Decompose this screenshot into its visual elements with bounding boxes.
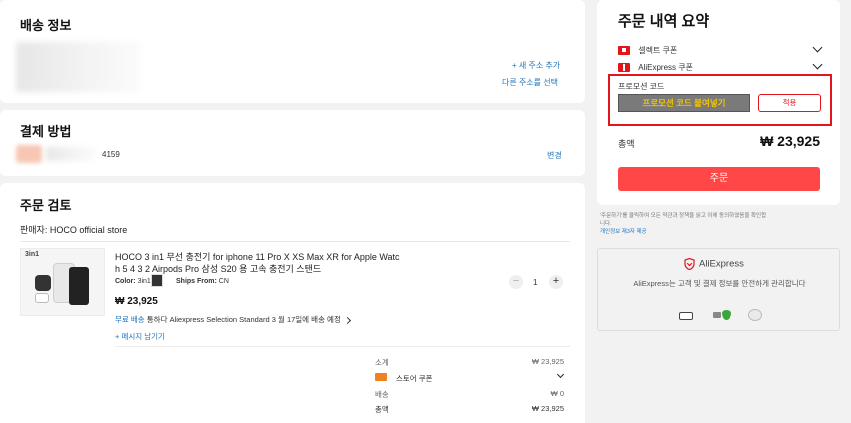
color-value: 3in1 [137, 278, 151, 285]
aliexpress-coupon-row[interactable]: AliExpress 쿠폰 [618, 62, 693, 73]
order-summary-card: 주문 내역 요약 셀렉트 쿠폰 AliExpress 쿠폰 프로모션 코드 프로… [597, 0, 840, 205]
card-info-blurred [46, 147, 96, 161]
terms-line2: 니다. [600, 221, 612, 227]
product-badge: 3in1 [25, 251, 40, 258]
coupon-flag-icon [618, 63, 630, 73]
shipping-cost-label: 배송 [375, 390, 389, 399]
third-party-link[interactable]: 개인정보 제3자 제공 [600, 228, 840, 236]
divider [20, 241, 570, 242]
product-name-line2[interactable]: h 5 4 3 2 Airpods Pro 삼성 S20 용 고속 충전기 스탠… [115, 262, 321, 275]
card-last4: 4159 [102, 150, 120, 159]
delivery-info[interactable]: 무료 배송 통하다 Aliexpress Selection Standard … [115, 314, 351, 325]
payment-security-icon [679, 312, 693, 320]
security-card: AliExpress AliExpress는 고객 및 결제 정보를 안전하게 … [597, 248, 840, 331]
store-coupon-icon [375, 373, 387, 381]
order-review-card: 주문 검토 판매자: HOCO official store 3in1 HOCO… [0, 183, 585, 423]
color-label: Color: [115, 278, 136, 285]
payment-method-card: 결제 방법 4159 변경 [0, 110, 585, 176]
ships-from: Ships From: CN [176, 278, 229, 285]
store-coupon-label[interactable]: 스토어 쿠폰 [396, 373, 433, 384]
place-order-button[interactable]: 주문 [618, 167, 820, 191]
message-seller-link[interactable]: + 메시지 남기기 [115, 331, 165, 342]
quantity-decrease-button[interactable]: − [509, 275, 523, 289]
order-total-value: ₩ 23,925 [531, 404, 564, 413]
promo-code-input[interactable]: 프로모션 코드 붙여넣기 [618, 94, 750, 112]
summary-total-value: ₩ 23,925 [760, 133, 820, 149]
phone-shape [69, 267, 89, 305]
shield-icon [684, 257, 695, 271]
quantity-increase-button[interactable]: + [549, 275, 563, 289]
subtotal-label: 소계 [375, 358, 389, 367]
chevron-down-icon[interactable] [556, 370, 565, 379]
summary-title: 주문 내역 요약 [618, 13, 710, 30]
divider [115, 346, 570, 347]
add-address-link[interactable]: + 새 주소 추가 [512, 60, 560, 71]
review-title: 주문 검토 [20, 198, 72, 213]
shipping-info-card: 배송 정보 + 새 주소 추가 다른 주소를 선택 [0, 0, 585, 103]
product-image[interactable]: 3in1 [20, 248, 105, 316]
chevron-down-icon[interactable] [812, 42, 823, 53]
payment-title: 결제 방법 [20, 124, 72, 139]
apply-button[interactable]: 적용 [758, 94, 821, 112]
coupon-flag-icon [618, 46, 630, 56]
security-message: AliExpress는 고객 및 결제 정보를 안전하게 관리합니다 [633, 279, 806, 288]
order-total-label: 총액 [375, 405, 389, 414]
verified-shield-icon [713, 310, 731, 320]
change-payment-link[interactable]: 변경 [547, 150, 562, 161]
product-variant: Color: 3in1 [115, 278, 151, 285]
product-price: ₩ 23,925 [115, 296, 158, 307]
card-brand-icon [16, 145, 42, 163]
terms-text: '주문하기'를 클릭하여 모든 약관과 정책을 읽고 이에 동의하였음을 확인합… [600, 212, 840, 236]
watch-shape [35, 275, 51, 291]
terms-line1: '주문하기'를 클릭하여 모든 약관과 정책을 읽고 이에 동의하였음을 확인합 [600, 213, 767, 219]
select-coupon-label: 셀렉트 쿠폰 [638, 46, 678, 55]
subtotal-value: ₩ 23,925 [531, 357, 564, 366]
promo-code-highlight: 프로모션 코드 프로모션 코드 붙여넣기 적용 [608, 74, 832, 126]
aliexpress-coupon-label: AliExpress 쿠폰 [638, 63, 693, 72]
shipping-cost-value: ₩ 0 [550, 389, 564, 398]
earbuds-shape [35, 293, 49, 303]
variant-thumbnail [151, 274, 163, 287]
chevron-down-icon[interactable] [812, 59, 823, 70]
shipping-title: 배송 정보 [20, 18, 72, 33]
summary-total-label: 총액 [618, 139, 635, 149]
address-blurred [16, 42, 141, 92]
select-address-link[interactable]: 다른 주소를 선택 [502, 77, 558, 88]
ships-label: Ships From: [176, 278, 217, 285]
chevron-right-icon [343, 316, 351, 324]
privacy-badge-icon [748, 309, 762, 321]
promo-code-label: 프로모션 코드 [618, 82, 665, 91]
select-coupon-row[interactable]: 셀렉트 쿠폰 [618, 45, 677, 56]
seller-name[interactable]: 판매자: HOCO official store [20, 223, 127, 236]
security-brand: AliExpress [684, 257, 744, 271]
security-brand-label: AliExpress [699, 258, 744, 270]
ships-value: CN [218, 278, 229, 285]
free-shipping-label: 무료 배송 [115, 315, 145, 324]
promo-code-placeholder: 프로모션 코드 붙여넣기 [642, 98, 726, 108]
quantity-value[interactable]: 1 [533, 278, 537, 287]
delivery-text: 통하다 Aliexpress Selection Standard 3 월 17… [146, 315, 341, 324]
